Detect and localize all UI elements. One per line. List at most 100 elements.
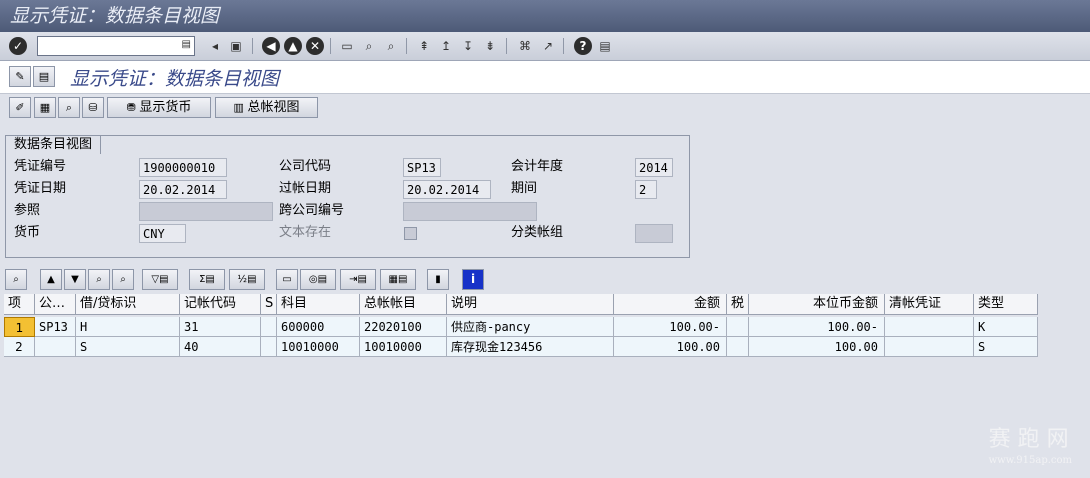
sum-icon[interactable]: Σ▤ bbox=[189, 269, 225, 290]
table-cell[interactable] bbox=[261, 317, 277, 337]
find-grid-icon[interactable]: ⌕ bbox=[88, 269, 110, 290]
enter-check-icon[interactable]: ✓ bbox=[9, 37, 27, 55]
next-page-icon[interactable]: ↧ bbox=[459, 37, 477, 55]
table-cell[interactable] bbox=[727, 337, 749, 357]
help-icon[interactable]: ? bbox=[574, 37, 592, 55]
new-session-icon[interactable]: ⌘ bbox=[516, 37, 534, 55]
history-dropdown-icon[interactable]: ▤ bbox=[182, 39, 191, 50]
period-label: 期间 bbox=[511, 181, 538, 196]
views-icon[interactable]: ◎▤ bbox=[300, 269, 336, 290]
back-icon[interactable]: ◀ bbox=[262, 37, 280, 55]
table-cell[interactable]: 22020100 bbox=[360, 317, 447, 337]
find-next-icon[interactable]: ⌕ bbox=[382, 37, 400, 55]
company-code-label: 公司代码 bbox=[279, 159, 332, 174]
window-title: 显示凭证：数据条目视图 bbox=[0, 0, 1090, 32]
previous-page-icon[interactable]: ↥ bbox=[437, 37, 455, 55]
table-cell[interactable]: 31 bbox=[180, 317, 261, 337]
table-cell[interactable] bbox=[885, 317, 974, 337]
table-cell[interactable] bbox=[885, 337, 974, 357]
period-field[interactable]: 2 bbox=[635, 180, 657, 199]
menu-list-icon[interactable]: ▤ bbox=[33, 66, 55, 87]
table-cell[interactable] bbox=[727, 317, 749, 337]
currency-field[interactable]: CNY bbox=[139, 224, 186, 243]
layout-menu-icon[interactable]: ▤ bbox=[596, 37, 614, 55]
reference-field[interactable] bbox=[139, 202, 273, 221]
table-cell[interactable]: 600000 bbox=[277, 317, 360, 337]
sort-ascending-icon[interactable]: ▲ bbox=[40, 269, 62, 290]
graphic-icon[interactable]: ▮ bbox=[427, 269, 449, 290]
table-cell[interactable]: 库存现金123456 bbox=[447, 337, 614, 357]
export-icon[interactable]: ⇥▤ bbox=[340, 269, 376, 290]
column-header[interactable]: 本位币金额 bbox=[749, 294, 885, 315]
taxes-icon[interactable]: ⛁ bbox=[82, 97, 104, 118]
reference-label: 参照 bbox=[14, 203, 41, 218]
subtotal-icon[interactable]: ½▤ bbox=[229, 269, 265, 290]
print-icon[interactable]: ▭ bbox=[338, 37, 356, 55]
table-row-number[interactable]: 1 bbox=[4, 317, 35, 337]
filter-icon[interactable]: ▽▤ bbox=[142, 269, 178, 290]
system-toolbar: ✓ ▤ ◂ ▣ ◀ ▲ ✕ ▭ ⌕ ⌕ ⇞ ↥ ↧ ⇟ ⌘ ↗ ? ▤ bbox=[0, 32, 1090, 61]
table-cell[interactable]: SP13 bbox=[35, 317, 76, 337]
column-header[interactable]: 公… bbox=[35, 294, 76, 315]
sort-descending-icon[interactable]: ▼ bbox=[64, 269, 86, 290]
other-document-icon[interactable]: ✎ bbox=[9, 66, 31, 87]
column-header[interactable]: 金额 bbox=[614, 294, 727, 315]
history-back-icon[interactable]: ◂ bbox=[206, 37, 224, 55]
table-cell[interactable]: 供应商-pancy bbox=[447, 317, 614, 337]
table-cell[interactable]: S bbox=[974, 337, 1038, 357]
grid-toolbar: ⌕ ▲ ▼ ⌕ ⌕ ▽▤ Σ▤ ½▤ ▭ ◎▤ ⇥▤ ▦▤ ▮ i bbox=[0, 267, 1090, 293]
details-icon[interactable]: ⌕ bbox=[5, 269, 27, 290]
table-cell[interactable] bbox=[261, 337, 277, 357]
column-header[interactable]: 说明 bbox=[447, 294, 614, 315]
command-field[interactable]: ▤ bbox=[37, 36, 195, 56]
table-cell[interactable]: 100.00 bbox=[614, 337, 727, 357]
column-header[interactable]: 总帐帐目 bbox=[360, 294, 447, 315]
table-cell[interactable]: H bbox=[76, 317, 180, 337]
column-header[interactable]: 税 bbox=[727, 294, 749, 315]
display-item-icon[interactable]: ⌕ bbox=[58, 97, 80, 118]
cancel-icon[interactable]: ✕ bbox=[306, 37, 324, 55]
save-icon[interactable]: ▣ bbox=[227, 37, 245, 55]
cross-company-field[interactable] bbox=[403, 202, 537, 221]
currency-label: 货币 bbox=[14, 225, 41, 240]
fiscal-year-field[interactable]: 2014 bbox=[635, 158, 673, 177]
table-cell[interactable]: 10010000 bbox=[360, 337, 447, 357]
print-preview-icon[interactable]: ▭ bbox=[276, 269, 298, 290]
table-cell[interactable]: 40 bbox=[180, 337, 261, 357]
document-header-icon[interactable]: ▦ bbox=[34, 97, 56, 118]
column-header[interactable]: 记帐代码 bbox=[180, 294, 261, 315]
column-header[interactable]: 项 bbox=[4, 294, 35, 315]
shortcut-icon[interactable]: ↗ bbox=[539, 37, 557, 55]
table-cell[interactable]: S bbox=[76, 337, 180, 357]
column-header[interactable]: 类型 bbox=[974, 294, 1038, 315]
doc-number-field[interactable]: 1900000010 bbox=[139, 158, 227, 177]
ledger-group-label: 分类帐组 bbox=[511, 225, 564, 240]
company-code-field[interactable]: SP13 bbox=[403, 158, 441, 177]
column-header[interactable]: 科目 bbox=[277, 294, 360, 315]
table-cell[interactable]: 100.00- bbox=[749, 317, 885, 337]
change-layout-icon[interactable]: ▦▤ bbox=[380, 269, 416, 290]
find-icon[interactable]: ⌕ bbox=[360, 37, 378, 55]
first-page-icon[interactable]: ⇞ bbox=[415, 37, 433, 55]
column-header[interactable]: 清帐凭证 bbox=[885, 294, 974, 315]
find-next-grid-icon[interactable]: ⌕ bbox=[112, 269, 134, 290]
column-header[interactable]: 借/贷标识 bbox=[76, 294, 180, 315]
ledger-group-field[interactable] bbox=[635, 224, 673, 243]
last-page-icon[interactable]: ⇟ bbox=[481, 37, 499, 55]
table-cell[interactable]: 100.00 bbox=[749, 337, 885, 357]
exit-icon[interactable]: ▲ bbox=[284, 37, 302, 55]
table-cell[interactable]: 10010000 bbox=[277, 337, 360, 357]
text-exists-checkbox[interactable] bbox=[404, 227, 417, 240]
change-display-icon[interactable]: ✐ bbox=[9, 97, 31, 118]
table-cell[interactable]: 100.00- bbox=[614, 317, 727, 337]
display-currency-button[interactable]: ⛃ 显示货币 bbox=[107, 97, 211, 118]
information-icon[interactable]: i bbox=[462, 269, 484, 290]
general-ledger-view-button[interactable]: ▥ 总帐视图 bbox=[215, 97, 318, 118]
table-cell[interactable]: K bbox=[974, 317, 1038, 337]
table-row-number[interactable]: 2 bbox=[4, 337, 35, 357]
table-cell[interactable] bbox=[35, 337, 76, 357]
ledger-view-icon: ▥ bbox=[233, 101, 248, 114]
column-header[interactable]: S bbox=[261, 294, 277, 315]
posting-date-field[interactable]: 20.02.2014 bbox=[403, 180, 491, 199]
doc-date-field[interactable]: 20.02.2014 bbox=[139, 180, 227, 199]
